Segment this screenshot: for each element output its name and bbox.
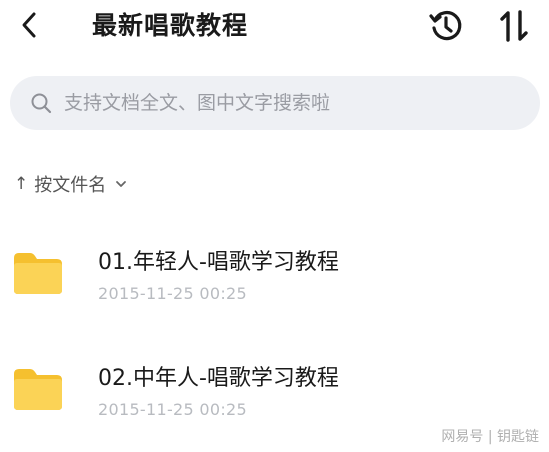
list-item[interactable]: 02.中年人-唱歌学习教程 2015-11-25 00:25 — [0, 348, 549, 432]
list-item[interactable]: 01.年轻人-唱歌学习教程 2015-11-25 00:25 — [0, 232, 549, 316]
file-date: 2015-11-25 00:25 — [98, 284, 247, 303]
app-header: 最新唱歌教程 — [0, 0, 549, 56]
search-input[interactable] — [64, 84, 524, 122]
sort-by-name-selector[interactable]: ↑ 按文件名 — [14, 170, 128, 198]
chevron-left-icon — [22, 12, 36, 38]
sort-direction-indicator: ↑ — [14, 174, 29, 194]
file-date: 2015-11-25 00:25 — [98, 400, 247, 419]
search-icon — [31, 93, 52, 114]
chevron-down-icon — [116, 181, 127, 187]
folder-icon — [14, 369, 62, 410]
page-title: 最新唱歌教程 — [92, 11, 249, 40]
sort-arrows-icon — [500, 10, 528, 42]
history-button[interactable] — [426, 6, 466, 46]
sort-button[interactable] — [496, 6, 536, 46]
history-icon — [429, 10, 462, 41]
search-bar[interactable] — [10, 76, 540, 130]
file-name: 02.中年人-唱歌学习教程 — [98, 366, 339, 391]
sort-label: 按文件名 — [34, 175, 107, 196]
back-button[interactable] — [12, 8, 46, 42]
file-name: 01.年轻人-唱歌学习教程 — [98, 250, 339, 275]
folder-icon — [14, 253, 62, 294]
watermark: 网易号 | 钥匙链 — [441, 429, 539, 445]
